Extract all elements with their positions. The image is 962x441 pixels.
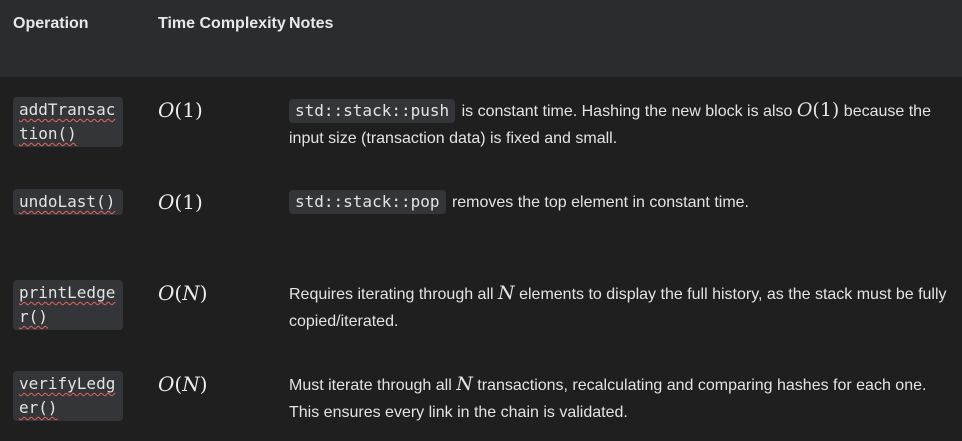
complexity-table: Operation Time Complexity Notes addTrans…	[0, 0, 962, 441]
complexity-math: O(N)	[158, 281, 208, 305]
notes-cell: std::stack::pop removes the top element …	[289, 168, 962, 259]
complexity-paren-close: )	[194, 98, 203, 122]
note-text: Must iterate through all	[289, 377, 457, 394]
complexity-var: 1	[182, 190, 195, 214]
header-notes: Notes	[289, 15, 334, 32]
complexity-cell: O(1)	[158, 77, 289, 168]
operation-cell: addTransaction()	[0, 77, 158, 168]
complexity-cell: O(N)	[158, 259, 289, 350]
complexity-var: N	[182, 281, 200, 305]
note-var: N	[456, 373, 473, 395]
table-row: addTransaction() O(1) std::stack::push i…	[0, 77, 962, 168]
operation-code: verifyLedger()	[13, 371, 123, 421]
operation-code: undoLast()	[13, 189, 123, 215]
table-row: verifyLedger() O(N) Must iterate through…	[0, 350, 962, 441]
big-o-symbol: O	[158, 372, 175, 396]
table-row: printLedger() O(N) Requires iterating th…	[0, 259, 962, 350]
table-row: undoLast() O(1) std::stack::pop removes …	[0, 168, 962, 259]
table-header-row: Operation Time Complexity Notes	[0, 0, 962, 77]
note-var: N	[498, 282, 515, 304]
operation-code: printLedger()	[13, 280, 123, 330]
header-time-complexity: Time Complexity	[158, 15, 286, 32]
header-operation: Operation	[13, 15, 89, 32]
note-math: O(1)	[796, 99, 840, 121]
complexity-var: N	[182, 372, 200, 396]
complexity-var: 1	[182, 98, 195, 122]
complexity-paren-close: )	[194, 190, 203, 214]
complexity-paren-close: )	[199, 372, 208, 396]
notes-cell: Must iterate through all N transactions,…	[289, 350, 962, 441]
complexity-math: O(1)	[158, 190, 203, 214]
note-code: std::stack::pop	[289, 190, 446, 214]
complexity-math: O(N)	[158, 372, 208, 396]
complexity-cell: O(N)	[158, 350, 289, 441]
note-text: Requires iterating through all	[289, 286, 499, 303]
complexity-math: O(1)	[158, 98, 203, 122]
operation-cell: verifyLedger()	[0, 350, 158, 441]
big-o-symbol: O	[158, 281, 175, 305]
operation-cell: printLedger()	[0, 259, 158, 350]
note-text: is constant time. Hashing the new block …	[457, 103, 797, 120]
big-o-symbol: O	[158, 190, 175, 214]
complexity-paren-close: )	[199, 281, 208, 305]
operation-cell: undoLast()	[0, 168, 158, 259]
note-text: removes the top element in constant time…	[447, 194, 749, 211]
note-code: std::stack::push	[289, 99, 456, 123]
notes-cell: std::stack::push is constant time. Hashi…	[289, 77, 962, 168]
notes-cell: Requires iterating through all N element…	[289, 259, 962, 350]
operation-code: addTransaction()	[13, 97, 123, 147]
big-o-symbol: O	[158, 98, 175, 122]
complexity-cell: O(1)	[158, 168, 289, 259]
